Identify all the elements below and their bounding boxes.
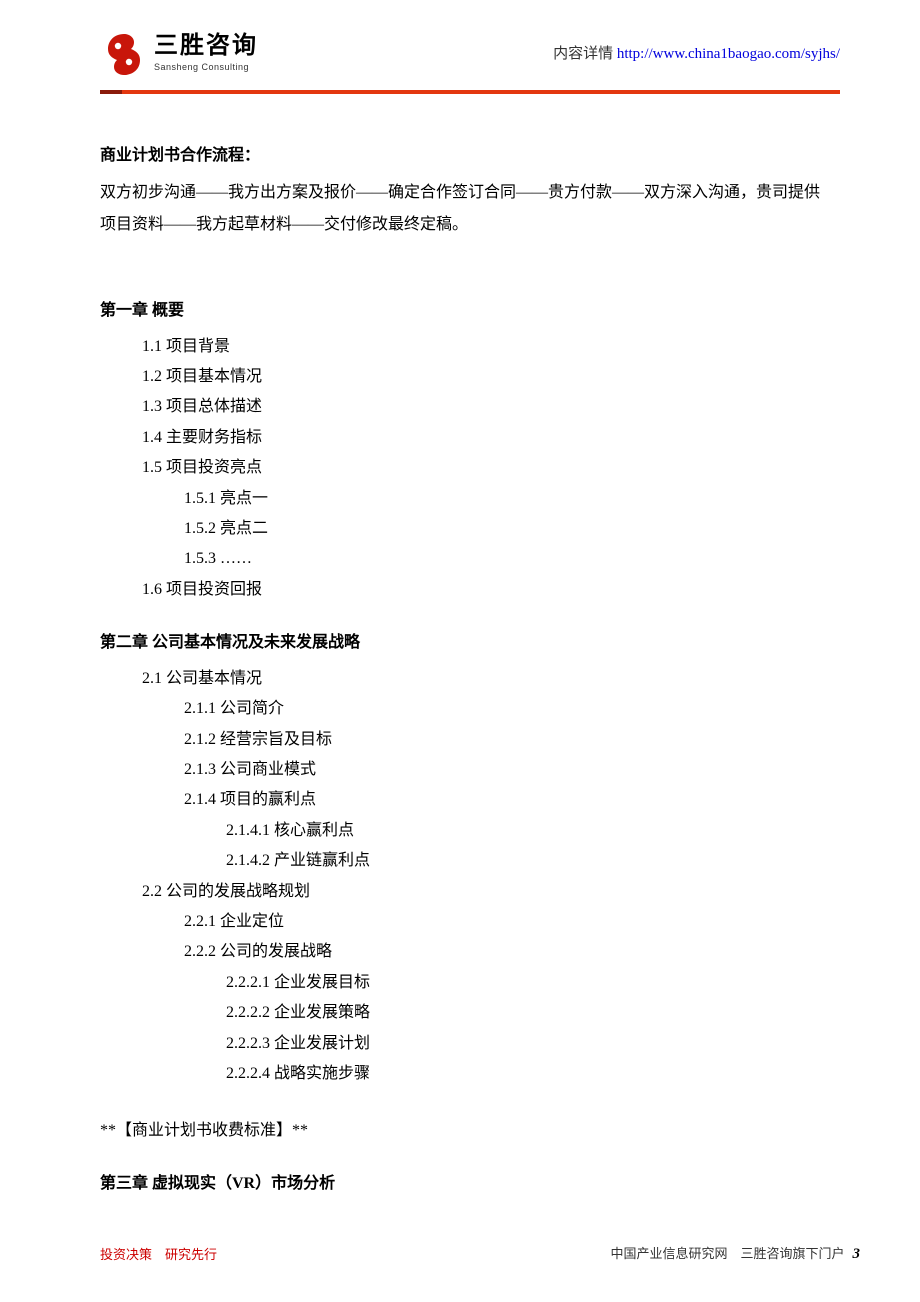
logo-icon [100, 30, 148, 78]
fee-standard-note: **【商业计划书收费标准】** [100, 1117, 820, 1146]
toc-subitem: 2.1.2 经营宗旨及目标 [100, 725, 820, 755]
toc-subsubitem: 2.1.4.2 产业链赢利点 [100, 846, 820, 876]
toc-subsubitem: 2.2.2.3 企业发展计划 [100, 1029, 820, 1059]
toc-subitem: 2.1.1 公司简介 [100, 694, 820, 724]
toc-item: 1.3 项目总体描述 [100, 392, 820, 422]
toc-subsubitem: 2.2.2.4 战略实施步骤 [100, 1059, 820, 1089]
footer-right: 中国产业信息研究网 三胜咨询旗下门户 3 [610, 1241, 860, 1268]
toc-item: 1.2 项目基本情况 [100, 362, 820, 392]
chapter-3-heading: 第三章 虚拟现实（VR）市场分析 [100, 1170, 820, 1199]
toc-item: 1.4 主要财务指标 [100, 423, 820, 453]
toc-subitem: 1.5.3 …… [100, 544, 820, 574]
page-header: 三胜咨询 Sansheng Consulting 内容详情 http://www… [0, 0, 920, 90]
page-number: 3 [853, 1241, 861, 1268]
toc-subitem: 2.1.4 项目的赢利点 [100, 785, 820, 815]
toc-subsubitem: 2.1.4.1 核心赢利点 [100, 816, 820, 846]
toc-subitem: 2.2.1 企业定位 [100, 907, 820, 937]
logo-text-cn: 三胜咨询 [154, 33, 258, 59]
page-content: 商业计划书合作流程： 双方初步沟通——我方出方案及报价——确定合作签订合同——贵… [0, 94, 920, 1199]
toc-subitem: 2.1.3 公司商业模式 [100, 755, 820, 785]
chapter-1-heading: 第一章 概要 [100, 297, 820, 326]
process-text: 双方初步沟通——我方出方案及报价——确定合作签订合同——贵方付款——双方深入沟通… [100, 177, 820, 241]
header-detail-label: 内容详情 [553, 46, 613, 62]
toc-subitem: 2.2.2 公司的发展战略 [100, 937, 820, 967]
logo-text-en: Sansheng Consulting [154, 59, 258, 75]
toc-subsubitem: 2.2.2.2 企业发展策略 [100, 998, 820, 1028]
toc-subitem: 1.5.1 亮点一 [100, 484, 820, 514]
toc-item: 2.1 公司基本情况 [100, 664, 820, 694]
toc-item: 1.5 项目投资亮点 [100, 453, 820, 483]
toc-item: 2.2 公司的发展战略规划 [100, 877, 820, 907]
toc-item: 1.1 项目背景 [100, 332, 820, 362]
header-detail: 内容详情 http://www.china1baogao.com/syjhs/ [553, 41, 840, 68]
process-title: 商业计划书合作流程： [100, 142, 820, 171]
logo: 三胜咨询 Sansheng Consulting [100, 30, 258, 78]
page-footer: 投资决策 研究先行 中国产业信息研究网 三胜咨询旗下门户 3 [100, 1241, 860, 1268]
logo-text-block: 三胜咨询 Sansheng Consulting [154, 33, 258, 76]
footer-slogan: 投资决策 研究先行 [100, 1243, 217, 1266]
toc-subsubitem: 2.2.2.1 企业发展目标 [100, 968, 820, 998]
header-detail-link[interactable]: http://www.china1baogao.com/syjhs/ [617, 46, 840, 62]
chapter-2-heading: 第二章 公司基本情况及未来发展战略 [100, 629, 820, 658]
footer-site-text: 中国产业信息研究网 三胜咨询旗下门户 [610, 1242, 844, 1265]
toc-subitem: 1.5.2 亮点二 [100, 514, 820, 544]
toc-item: 1.6 项目投资回报 [100, 575, 820, 605]
